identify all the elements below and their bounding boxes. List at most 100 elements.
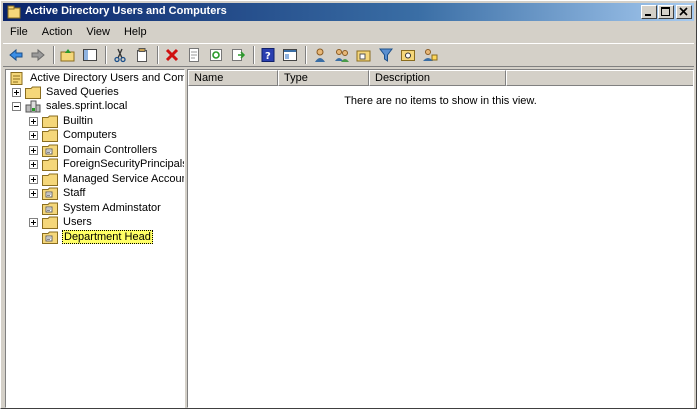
collapse-toggle[interactable]	[12, 102, 21, 111]
empty-list-message: There are no items to show in this view.	[344, 95, 537, 107]
minimize-button[interactable]	[641, 5, 657, 19]
tree-label: Saved Queries	[46, 86, 119, 98]
column-header-description[interactable]: Description	[369, 70, 506, 86]
properties-icon	[189, 48, 199, 62]
expand-toggle[interactable]	[29, 131, 38, 140]
expand-toggle[interactable]	[29, 189, 38, 198]
tree-item-users[interactable]: Users	[42, 215, 93, 229]
new-ou-button[interactable]	[354, 45, 374, 65]
toolbar-separator	[53, 46, 55, 64]
properties-button[interactable]	[184, 45, 204, 65]
close-icon	[679, 7, 688, 16]
tree-label: Staff	[63, 187, 86, 199]
mmc-console-icon	[283, 49, 297, 61]
tree-item-saved-queries[interactable]: Saved Queries	[25, 85, 120, 99]
new-user-button[interactable]	[310, 45, 330, 65]
new-user-icon	[315, 48, 325, 62]
copy-icon	[137, 48, 147, 62]
export-list-icon	[232, 49, 246, 61]
organizational-unit-icon	[42, 187, 58, 200]
column-header-name[interactable]: Name	[188, 70, 278, 86]
expand-toggle[interactable]	[29, 146, 38, 155]
show-hide-tree-button[interactable]	[80, 45, 100, 65]
folder-icon	[42, 173, 58, 186]
tree-item-domain-controllers[interactable]: Domain Controllers	[42, 143, 158, 157]
show-hide-tree-icon	[83, 49, 97, 61]
expand-toggle[interactable]	[29, 160, 38, 169]
menu-file[interactable]: File	[3, 24, 35, 41]
tree-item-domain[interactable]: sales.sprint.local	[25, 99, 128, 113]
help-icon: ?	[261, 48, 275, 62]
toolbar-separator	[253, 46, 255, 64]
menu-action[interactable]: Action	[35, 24, 80, 41]
folder-icon	[42, 216, 58, 229]
organizational-unit-icon	[42, 202, 58, 215]
column-header-filler	[506, 70, 693, 86]
tree-label: Users	[63, 216, 92, 228]
back-button[interactable]	[6, 45, 26, 65]
column-headers: Name Type Description	[188, 70, 693, 86]
cut-button[interactable]	[110, 45, 130, 65]
filter-button[interactable]	[376, 45, 396, 65]
forward-button[interactable]	[28, 45, 48, 65]
console-tree[interactable]: Active Directory Users and Comput Saved …	[5, 69, 185, 408]
new-group-icon	[335, 49, 349, 62]
tree-item-department-head[interactable]: Department Head	[42, 230, 153, 244]
tree-item-staff[interactable]: Staff	[42, 186, 86, 200]
refresh-button[interactable]	[206, 45, 226, 65]
copy-button[interactable]	[132, 45, 152, 65]
expand-toggle[interactable]	[29, 218, 38, 227]
delete-icon	[165, 48, 179, 62]
mmc-console-button[interactable]	[280, 45, 300, 65]
title-bar[interactable]: Active Directory Users and Computers	[3, 3, 694, 21]
tree-label: Domain Controllers	[63, 144, 158, 156]
up-one-level-button[interactable]	[58, 45, 78, 65]
menu-help[interactable]: Help	[117, 24, 154, 41]
tree-item-builtin[interactable]: Builtin	[42, 114, 94, 128]
find-icon	[401, 50, 415, 61]
ad-users-computers-icon	[10, 71, 23, 85]
new-ou-icon	[356, 50, 371, 62]
maximize-icon	[661, 7, 670, 16]
refresh-icon	[210, 49, 222, 61]
minimize-icon	[645, 14, 651, 16]
help-button[interactable]: ?	[258, 45, 278, 65]
forward-icon	[31, 48, 45, 62]
filter-icon	[379, 48, 393, 62]
window-title: Active Directory Users and Computers	[25, 5, 227, 17]
menu-view[interactable]: View	[79, 24, 117, 41]
back-icon	[9, 48, 23, 62]
close-button[interactable]	[676, 5, 692, 19]
column-header-type[interactable]: Type	[278, 70, 369, 86]
expand-toggle[interactable]	[29, 117, 38, 126]
toolbar-separator	[105, 46, 107, 64]
export-list-button[interactable]	[228, 45, 248, 65]
tree-item-foreign-security-principals[interactable]: ForeignSecurityPrincipals	[42, 157, 185, 171]
details-list-view[interactable]: Name Type Description There are no items…	[187, 69, 694, 408]
organizational-unit-icon	[42, 144, 58, 157]
maximize-button[interactable]	[658, 5, 674, 19]
tree-label: System Adminstator	[63, 202, 161, 214]
domain-icon	[25, 100, 41, 112]
expand-toggle[interactable]	[29, 175, 38, 184]
menu-bar: File Action View Help	[3, 23, 694, 42]
tree-item-system-adminstator[interactable]: System Adminstator	[42, 201, 162, 215]
add-to-group-button[interactable]	[420, 45, 440, 65]
tree-label: Builtin	[63, 115, 93, 127]
tree-item-managed-service-accounts[interactable]: Managed Service Accounts	[42, 172, 184, 186]
tree-item-computers[interactable]: Computers	[42, 128, 118, 142]
new-group-button[interactable]	[332, 45, 352, 65]
tree-root[interactable]: Active Directory Users and Comput	[9, 71, 185, 85]
app-window: Active Directory Users and Computers Fil…	[0, 0, 697, 409]
folder-icon	[25, 86, 41, 99]
organizational-unit-icon	[42, 231, 58, 244]
ad-users-computers-icon	[7, 5, 21, 19]
tree-label: Active Directory Users and Comput	[30, 72, 185, 84]
folder-icon	[42, 129, 58, 142]
toolbar-separator	[305, 46, 307, 64]
expand-toggle[interactable]	[12, 88, 21, 97]
find-button[interactable]	[398, 45, 418, 65]
tree-label: ForeignSecurityPrincipals	[63, 158, 185, 170]
delete-button[interactable]	[162, 45, 182, 65]
toolbar: ?	[3, 43, 694, 67]
